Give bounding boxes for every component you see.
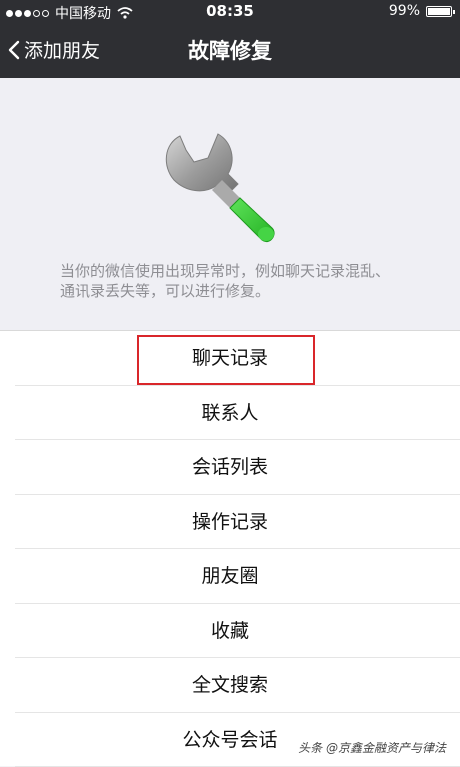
repair-item-label: 操作记录 xyxy=(192,511,268,533)
repair-item-label: 朋友圈 xyxy=(201,565,258,587)
highlight-box xyxy=(137,335,315,385)
repair-options-list: 聊天记录 联系人 会话列表 操作记录 朋友圈 收藏 全文搜索 公众号会话 xyxy=(0,330,460,766)
repair-item-chat-list[interactable]: 会话列表 xyxy=(0,440,460,495)
repair-description: 当你的微信使用出现异常时，例如聊天记录混乱、通讯录丢失等，可以进行修复。 xyxy=(60,261,400,301)
watermark: 头条 @京鑫金融资产与律法 xyxy=(294,737,450,758)
repair-item-label: 全文搜索 xyxy=(192,674,268,696)
navigation-bar: 添加朋友 故障修复 xyxy=(0,24,460,78)
repair-item-contacts[interactable]: 联系人 xyxy=(0,386,460,441)
repair-item-chat-history[interactable]: 聊天记录 xyxy=(0,331,460,386)
repair-item-favorites[interactable]: 收藏 xyxy=(0,604,460,659)
repair-item-label: 收藏 xyxy=(211,620,249,642)
wrench-icon xyxy=(160,128,300,248)
repair-item-label: 会话列表 xyxy=(192,456,268,478)
repair-item-label: 联系人 xyxy=(201,402,258,424)
status-bar: 中国移动 08:35 99% xyxy=(0,0,460,24)
repair-item-moments[interactable]: 朋友圈 xyxy=(0,549,460,604)
battery-percent: 99% xyxy=(389,3,420,19)
repair-item-full-text-search[interactable]: 全文搜索 xyxy=(0,658,460,713)
status-right: 99% xyxy=(389,3,452,19)
repair-hero: 当你的微信使用出现异常时，例如聊天记录混乱、通讯录丢失等，可以进行修复。 xyxy=(0,78,460,330)
page-title: 故障修复 xyxy=(0,35,460,65)
repair-item-label: 公众号会话 xyxy=(182,729,277,751)
battery-icon xyxy=(426,6,452,17)
repair-item-operation-log[interactable]: 操作记录 xyxy=(0,495,460,550)
top-bar: 中国移动 08:35 99% 添加朋友 故障修复 xyxy=(0,0,460,78)
